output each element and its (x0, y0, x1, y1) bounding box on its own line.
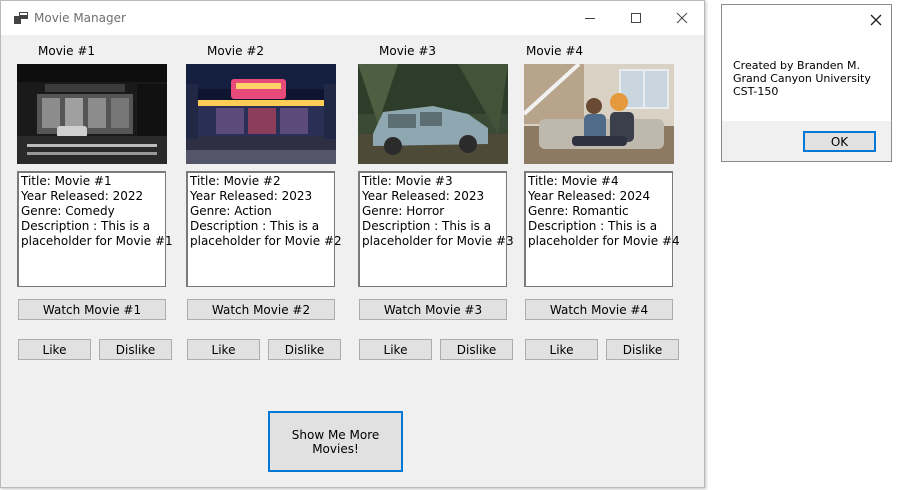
info-description: Description : This is a (528, 219, 658, 233)
info-year: Year Released: 2023 (362, 189, 485, 203)
info-description-cont: placeholder for Movie #2 (190, 234, 342, 248)
close-icon[interactable] (868, 12, 884, 28)
info-description-cont: placeholder for Movie #3 (362, 234, 514, 248)
like-button[interactable]: Like (359, 339, 432, 360)
info-title: Title: Movie #4 (528, 174, 619, 188)
info-title: Title: Movie #2 (190, 174, 281, 188)
info-description-cont: placeholder for Movie #1 (21, 234, 173, 248)
movie-info-box[interactable]: Title: Movie #2 Year Released: 2023 Genr… (186, 171, 342, 287)
info-genre: Genre: Comedy (21, 204, 115, 218)
info-description: Description : This is a (21, 219, 151, 233)
message-text: Created by Branden M. Grand Canyon Unive… (733, 59, 871, 98)
movie-label: Movie #3 (379, 44, 437, 58)
info-genre: Genre: Horror (362, 204, 445, 218)
message-line: CST-150 (733, 85, 779, 98)
like-button[interactable]: Like (525, 339, 598, 360)
like-button[interactable]: Like (18, 339, 91, 360)
movie-poster-4 (524, 64, 674, 164)
like-button[interactable]: Like (187, 339, 260, 360)
info-description: Description : This is a (362, 219, 492, 233)
movie-label: Movie #2 (207, 44, 265, 58)
maximize-icon (631, 13, 641, 23)
watch-movie-button[interactable]: Watch Movie #2 (187, 299, 335, 320)
minimize-button[interactable] (567, 1, 613, 35)
watch-movie-button[interactable]: Watch Movie #3 (359, 299, 507, 320)
minimize-icon (585, 18, 595, 19)
movie-label: Movie #4 (526, 44, 584, 58)
ok-button[interactable]: OK (803, 131, 876, 152)
movie-info-box[interactable]: Title: Movie #1 Year Released: 2022 Genr… (17, 171, 173, 287)
title-bar[interactable]: Movie Manager (1, 1, 704, 35)
info-description: Description : This is a (190, 219, 320, 233)
close-icon (676, 12, 688, 24)
dislike-button[interactable]: Dislike (606, 339, 679, 360)
info-year: Year Released: 2022 (21, 189, 144, 203)
movie-poster-3 (358, 64, 508, 164)
message-line: Created by Branden M. (733, 59, 861, 72)
movie-info-box[interactable]: Title: Movie #3 Year Released: 2023 Genr… (358, 171, 514, 287)
close-button[interactable] (659, 1, 705, 35)
info-title: Title: Movie #3 (362, 174, 453, 188)
watch-movie-button[interactable]: Watch Movie #4 (525, 299, 673, 320)
movie-label: Movie #1 (38, 44, 96, 58)
movie-info-box[interactable]: Title: Movie #4 Year Released: 2024 Genr… (524, 171, 680, 287)
maximize-button[interactable] (613, 1, 659, 35)
dislike-button[interactable]: Dislike (440, 339, 513, 360)
info-year: Year Released: 2023 (190, 189, 313, 203)
info-description-cont: placeholder for Movie #4 (528, 234, 680, 248)
info-year: Year Released: 2024 (528, 189, 651, 203)
movie-poster-2 (186, 64, 336, 164)
watch-movie-button[interactable]: Watch Movie #1 (18, 299, 166, 320)
main-window: Movie Manager Movie #1 Title: Movie #1 Y… (0, 0, 705, 488)
app-icon (14, 12, 28, 24)
dislike-button[interactable]: Dislike (268, 339, 341, 360)
info-genre: Genre: Action (190, 204, 272, 218)
show-more-movies-button[interactable]: Show Me More Movies! (268, 411, 403, 472)
info-title: Title: Movie #1 (21, 174, 112, 188)
message-box: Created by Branden M. Grand Canyon Unive… (721, 4, 892, 162)
info-genre: Genre: Romantic (528, 204, 629, 218)
movie-poster-1 (17, 64, 167, 164)
dislike-button[interactable]: Dislike (99, 339, 172, 360)
window-title: Movie Manager (34, 11, 126, 25)
message-line: Grand Canyon University (733, 72, 871, 85)
